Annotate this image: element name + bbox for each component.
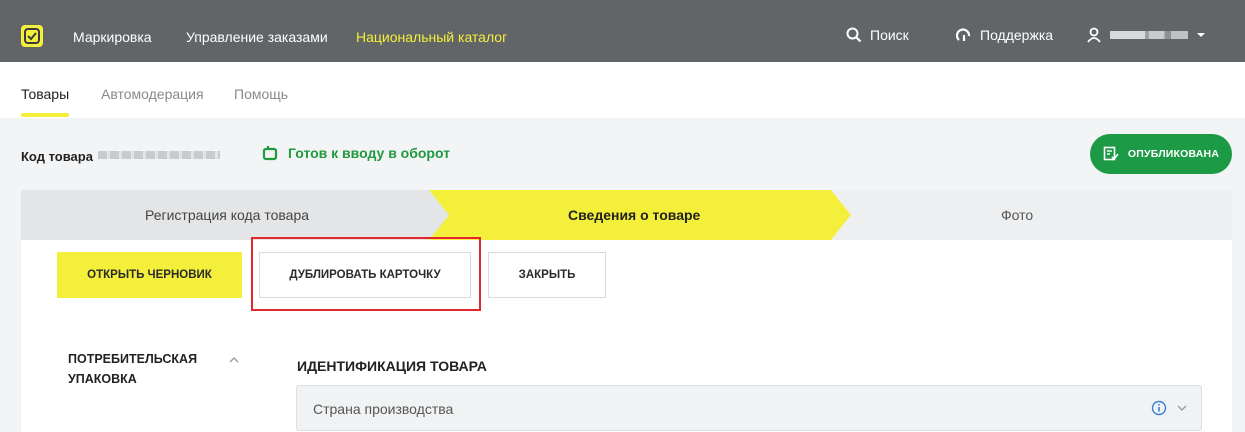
support-label: Поддержка xyxy=(980,27,1054,43)
search-icon xyxy=(846,27,862,43)
country-placeholder: Страна производства xyxy=(313,401,454,417)
step-product-info[interactable]: Сведения о товаре xyxy=(568,207,700,223)
sidebar-section-consumer-packaging[interactable]: ПОТРЕБИТЕЛЬСКАЯ УПАКОВКА xyxy=(68,349,218,389)
caret-down-icon xyxy=(1197,33,1205,37)
status-label: Готов к вводу в оборот xyxy=(288,145,451,161)
tab-help[interactable]: Помощь xyxy=(234,86,288,102)
active-tab-indicator xyxy=(21,113,69,117)
logo-icon[interactable] xyxy=(21,25,43,47)
chevron-down-icon[interactable] xyxy=(1177,404,1187,412)
user-icon xyxy=(1087,27,1101,43)
user-name-redacted xyxy=(1110,31,1188,39)
tab-products[interactable]: Товары xyxy=(21,86,69,102)
nav-item-order-management[interactable]: Управление заказами xyxy=(186,29,328,45)
product-code-label: Код товара xyxy=(21,149,93,164)
secondary-tabs: Товары Автомодерация Помощь xyxy=(0,62,1245,118)
top-navigation-bar: Маркировка Управление заказами Националь… xyxy=(0,0,1245,62)
user-menu[interactable] xyxy=(1086,24,1206,46)
step-registration[interactable]: Регистрация кода товара xyxy=(145,207,309,223)
highlight-box xyxy=(251,237,481,311)
published-status-button[interactable]: ОПУБЛИКОВАНА xyxy=(1090,134,1232,174)
nav-item-national-catalog[interactable]: Национальный каталог xyxy=(356,29,507,45)
search-button[interactable]: Поиск xyxy=(846,24,909,46)
section-title-identification: ИДЕНТИФИКАЦИЯ ТОВАРА xyxy=(297,358,487,374)
close-button[interactable]: ЗАКРЫТЬ xyxy=(488,252,606,298)
info-icon[interactable] xyxy=(1151,400,1167,416)
product-code-redacted xyxy=(98,151,220,159)
step-photo[interactable]: Фото xyxy=(1001,207,1033,223)
progress-stepper: Регистрация кода товара Сведения о товар… xyxy=(21,190,1232,240)
publish-icon xyxy=(1103,146,1119,161)
power-status-icon xyxy=(262,146,278,161)
chevron-up-icon[interactable] xyxy=(229,356,239,364)
search-label: Поиск xyxy=(870,27,909,43)
open-draft-button[interactable]: ОТКРЫТЬ ЧЕРНОВИК xyxy=(57,252,242,298)
product-status: Готов к вводу в оборот xyxy=(262,145,450,161)
support-icon xyxy=(956,28,971,41)
country-of-origin-select[interactable]: Страна производства xyxy=(296,385,1202,431)
tab-automoderation[interactable]: Автомодерация xyxy=(101,86,204,102)
support-button[interactable]: Поддержка xyxy=(956,24,1053,46)
nav-item-markirovka[interactable]: Маркировка xyxy=(73,29,152,45)
publish-label: ОПУБЛИКОВАНА xyxy=(1127,148,1220,160)
